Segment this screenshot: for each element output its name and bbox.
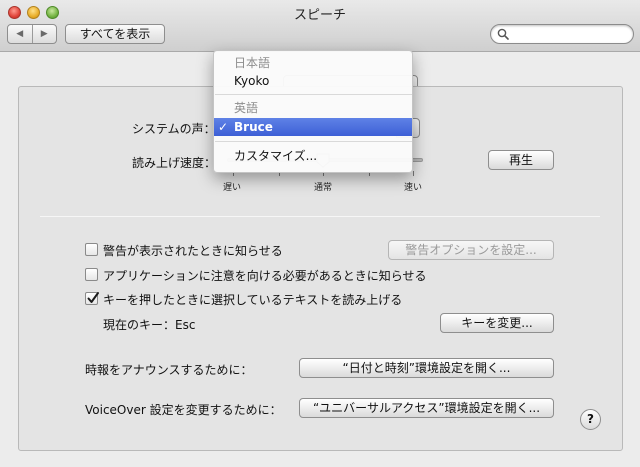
speak-selection-label: キーを押したときに選択しているテキストを読み上げる bbox=[103, 293, 403, 307]
voiceover-label: VoiceOver 設定を変更するために： bbox=[85, 403, 282, 417]
show-all-button[interactable]: すべてを表示 bbox=[65, 24, 165, 44]
checkmark-icon bbox=[87, 292, 99, 303]
menu-item-kyoko[interactable]: Kyoko bbox=[214, 72, 412, 90]
system-voice-label: システムの声： bbox=[132, 122, 216, 136]
window-title: スピーチ bbox=[293, 8, 346, 23]
menu-item-bruce[interactable]: ✓ Bruce bbox=[214, 118, 412, 136]
checkmark-icon: ✓ bbox=[218, 120, 229, 134]
menu-item-bruce-label: Bruce bbox=[234, 120, 273, 134]
alert-options-button[interactable]: 警告オプションを設定... bbox=[388, 240, 554, 260]
menu-item-customize[interactable]: カスタマイズ... bbox=[214, 147, 412, 165]
back-forward-control: ◀ ▶ bbox=[7, 24, 57, 44]
menu-group-english: 英語 bbox=[234, 101, 259, 115]
speak-selection-checkbox[interactable] bbox=[85, 292, 99, 305]
menu-group-japanese: 日本語 bbox=[234, 56, 271, 70]
preferences-window: スピーチ ◀ ▶ すべてを表示 システムの声： 読み上げ速度： 遅い 通常 速い… bbox=[0, 0, 640, 467]
normal-label: 通常 bbox=[314, 183, 333, 193]
search-field[interactable] bbox=[490, 24, 634, 44]
forward-button[interactable]: ▶ bbox=[33, 25, 57, 43]
app-attention-label: アプリケーションに注意を向ける必要があるときに知らせる bbox=[103, 269, 427, 283]
change-key-button[interactable]: キーを変更... bbox=[440, 313, 554, 333]
app-attention-checkbox[interactable] bbox=[85, 268, 98, 281]
date-time-prefs-button[interactable]: “日付と時刻”環境設定を開く... bbox=[299, 358, 554, 378]
section-divider bbox=[40, 216, 600, 217]
play-button[interactable]: 再生 bbox=[488, 150, 554, 170]
announce-time-label: 時報をアナウンスするために： bbox=[85, 363, 253, 377]
speaking-rate-label: 読み上げ速度： bbox=[132, 156, 217, 170]
alert-label: 警告が表示されたときに知らせる bbox=[103, 244, 283, 258]
slow-label: 遅い bbox=[223, 183, 242, 193]
title-bar: スピーチ ◀ ▶ すべてを表示 bbox=[0, 0, 640, 52]
back-button[interactable]: ◀ bbox=[8, 25, 33, 43]
help-icon[interactable]: ? bbox=[580, 409, 601, 430]
fast-label: 速い bbox=[404, 183, 423, 193]
system-voice-menu: 日本語 Kyoko 英語 ✓ Bruce カスタマイズ... bbox=[213, 50, 413, 173]
alert-checkbox[interactable] bbox=[85, 243, 98, 256]
current-key-label: 現在のキー：Esc bbox=[103, 318, 196, 332]
menu-separator bbox=[215, 141, 412, 142]
slider-tick bbox=[413, 171, 414, 176]
universal-access-prefs-button[interactable]: “ユニバーサルアクセス”環境設定を開く... bbox=[299, 398, 554, 418]
search-icon bbox=[497, 28, 509, 40]
menu-separator bbox=[215, 94, 412, 95]
